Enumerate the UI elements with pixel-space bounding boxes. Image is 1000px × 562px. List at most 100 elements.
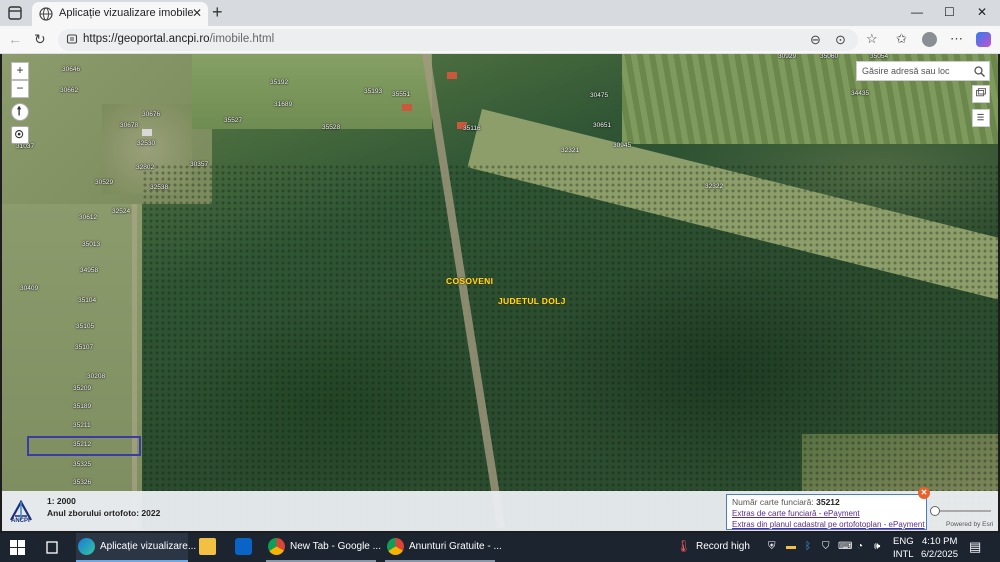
selected-parcel-outline[interactable] [27, 436, 141, 456]
security-icon[interactable]: ⛉ [822, 541, 830, 552]
parcel-label[interactable]: 30929 [778, 54, 796, 60]
keyboard-icon[interactable]: ⌨ [838, 541, 852, 552]
opacity-slider-track[interactable] [935, 510, 991, 512]
taskbar-edge-app[interactable]: Aplicație vizualizare... [76, 533, 196, 562]
copilot-icon[interactable] [976, 32, 991, 47]
profile-avatar[interactable] [922, 32, 937, 47]
parcel-label[interactable]: 30945 [613, 142, 631, 149]
taskbar-chrome-app-1[interactable]: New Tab - Google ... [266, 533, 381, 562]
basemap-gallery-button[interactable] [972, 85, 990, 103]
parcel-label[interactable]: 35054 [870, 54, 888, 60]
parcel-label[interactable]: 30662 [60, 87, 78, 94]
task-view-icon[interactable] [44, 540, 60, 555]
parcel-label[interactable]: 30475 [590, 92, 608, 99]
powered-by[interactable]: Powered by Esri [946, 521, 993, 528]
parcel-label[interactable]: 32322 [705, 183, 723, 190]
language-code[interactable]: ENG [893, 536, 914, 547]
close-window-button[interactable]: ✕ [977, 5, 987, 19]
refresh-icon[interactable]: ↻ [34, 32, 46, 46]
parcel-label[interactable]: 30357 [190, 161, 208, 168]
tab-title: Aplicație vizualizare imobile [59, 7, 194, 19]
minimize-button[interactable]: — [911, 5, 923, 19]
browser-tab-strip: Aplicație vizualizare imobile ✕ + — ☐ ✕ [0, 0, 1000, 26]
parcel-label[interactable]: 34435 [851, 90, 869, 97]
parcel-label[interactable]: 32321 [561, 147, 579, 154]
taskbar-chrome-app-2[interactable]: Anunturi Gratuite - ... [385, 533, 502, 562]
back-icon[interactable]: ← [8, 32, 22, 46]
parcel-label[interactable]: 30646 [62, 66, 80, 73]
address-search-box[interactable]: Găsire adresă sau loc [856, 61, 990, 81]
edge-icon [78, 538, 95, 555]
parcel-label[interactable]: 35060 [820, 54, 838, 60]
compass-icon[interactable] [11, 103, 29, 121]
parcel-label[interactable]: 35325 [73, 461, 91, 468]
tray-overflow-icon[interactable]: ⛨ [768, 541, 776, 552]
windows-start-icon[interactable] [10, 540, 25, 555]
reading-mode-icon[interactable]: ⊙ [835, 32, 846, 48]
maximize-button[interactable]: ☐ [944, 5, 955, 19]
volume-icon[interactable]: 🕪 [874, 541, 880, 552]
browser-toolbar: ← ↻ https://geoportal.ancpi.ro/imobile.h… [0, 26, 1000, 54]
favorite-star-icon[interactable]: ☆ [866, 31, 878, 47]
clock-date[interactable]: 6/2/2025 [921, 549, 958, 560]
parcel-label[interactable]: 35193 [364, 88, 382, 95]
parcel-label[interactable]: 32524 [112, 208, 130, 215]
parcel-label[interactable]: 30409 [20, 285, 38, 292]
layer-list-button[interactable] [972, 109, 990, 127]
parcel-label[interactable]: 35189 [73, 403, 91, 410]
parcel-label[interactable]: 32802 [136, 164, 154, 171]
wifi-icon[interactable]: ◔ [857, 541, 863, 552]
browser-tab-active[interactable]: Aplicație vizualizare imobile ✕ [32, 2, 208, 26]
zoom-in-button[interactable]: + [11, 62, 29, 80]
bluetooth-icon[interactable]: ᛒ [805, 541, 811, 552]
parcel-label[interactable]: 30612 [79, 214, 97, 221]
weather-label[interactable]: Record high [696, 541, 750, 552]
more-menu-icon[interactable]: ⋯ [950, 31, 963, 47]
parcel-label[interactable]: 30676 [142, 111, 160, 118]
clock-time[interactable]: 4:10 PM [922, 536, 957, 547]
parcel-label[interactable]: 32538 [150, 184, 168, 191]
parcel-label[interactable]: 35551 [392, 91, 410, 98]
parcel-label[interactable]: 35105 [76, 323, 94, 330]
search-icon[interactable] [973, 65, 986, 78]
parcel-label[interactable]: 35013 [82, 241, 100, 248]
parcel-label[interactable]: 30678 [120, 122, 138, 129]
parcel-label[interactable]: 35209 [73, 385, 91, 392]
address-bar[interactable]: https://geoportal.ancpi.ro/imobile.html … [58, 29, 858, 51]
taskbar-file-explorer[interactable] [197, 533, 219, 562]
parcel-label[interactable]: 30208 [87, 373, 105, 380]
map-view[interactable]: 30646 30662 31037 35192 35193 35551 3047… [2, 54, 998, 530]
parcel-label[interactable]: 30529 [95, 179, 113, 186]
thermometer-icon[interactable]: 🌡 [676, 539, 691, 553]
new-tab-button[interactable]: + [212, 3, 223, 21]
locate-icon[interactable] [11, 126, 29, 144]
extract-cadastral-plan-link[interactable]: Extras din planul cadastral pe ortofotop… [732, 520, 925, 529]
parcel-label[interactable]: 35527 [224, 117, 242, 124]
language-layout[interactable]: INTL [893, 549, 914, 560]
favorites-icon[interactable]: ✩ [896, 31, 907, 47]
parcel-label[interactable]: 34958 [80, 267, 98, 274]
tab-actions-icon[interactable] [6, 4, 24, 22]
parcel-label[interactable]: 35116 [463, 125, 481, 132]
logo-text: ANCPI [11, 518, 30, 524]
parcel-label[interactable]: 35326 [73, 479, 91, 486]
map-house [402, 104, 412, 111]
tab-close-button[interactable]: ✕ [192, 6, 202, 20]
zoom-out-icon[interactable]: ⊖ [810, 32, 821, 48]
opacity-slider-handle[interactable] [930, 506, 940, 516]
taskbar-outlook[interactable] [233, 533, 255, 562]
zoom-out-button[interactable]: − [11, 80, 29, 98]
tray-app-icon[interactable]: ▬ [786, 541, 796, 552]
parcel-label[interactable]: 30651 [593, 122, 611, 129]
popup-close-icon[interactable]: ✕ [918, 487, 930, 499]
parcel-label[interactable]: 35211 [73, 422, 91, 429]
parcel-label[interactable]: 31689 [274, 101, 292, 108]
extract-land-book-link[interactable]: Extras de carte funciară - ePayment [732, 509, 860, 518]
parcel-label[interactable]: 35528 [322, 124, 340, 131]
parcel-label[interactable]: 35104 [78, 297, 96, 304]
parcel-label[interactable]: 35107 [75, 344, 93, 351]
parcel-label[interactable]: 32530 [137, 140, 155, 147]
notifications-icon[interactable]: ▤ [969, 539, 981, 555]
site-info-icon[interactable] [66, 33, 78, 45]
parcel-label[interactable]: 35192 [270, 79, 288, 86]
